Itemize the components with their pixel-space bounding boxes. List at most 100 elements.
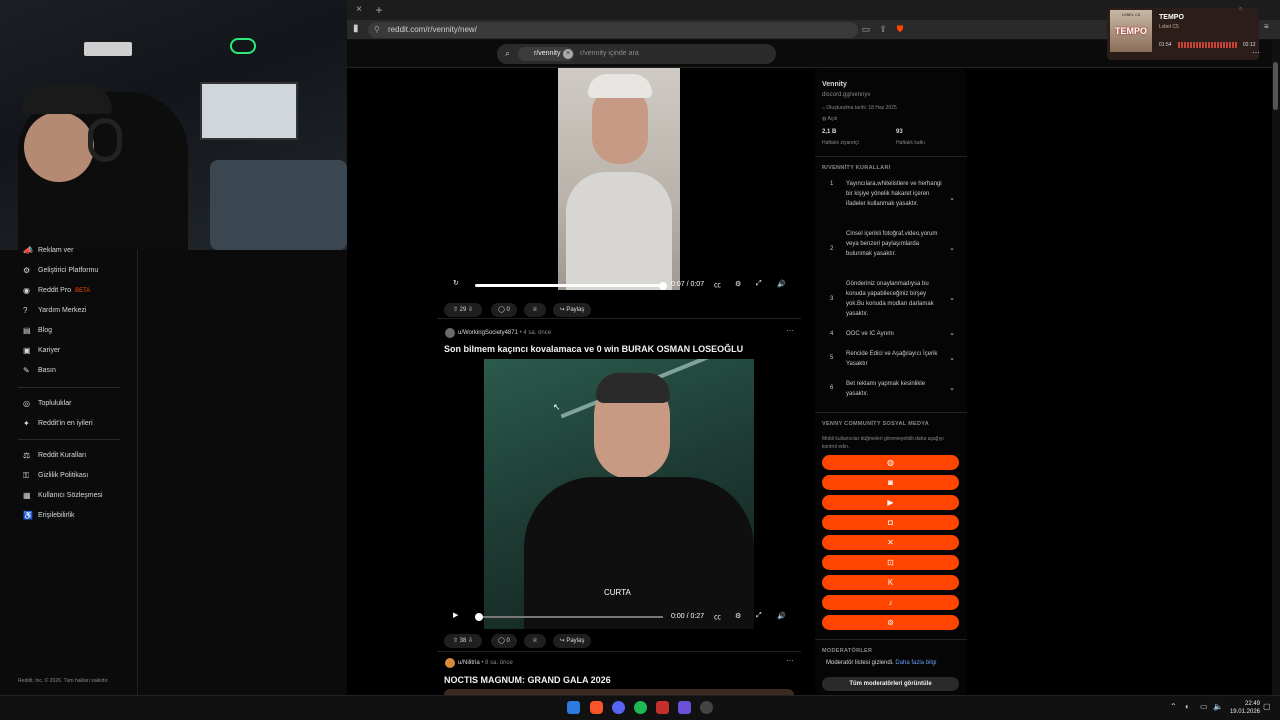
menu-icon[interactable]: ≡	[1264, 22, 1269, 31]
social-tiktok-button[interactable]: ♪	[822, 595, 959, 610]
discord-icon[interactable]	[612, 701, 625, 714]
post-title[interactable]: NOCTIS MAGNUM: GRAND GALA 2026	[444, 675, 611, 685]
new-tab-button[interactable]: +	[372, 3, 386, 17]
tab-close-button[interactable]: ×	[352, 3, 366, 17]
video-player[interactable]: CURTA ▶ 0:00 / 0:27 ㏄ ⚙ ⤢ 🔊	[444, 359, 794, 629]
user-avatar[interactable]	[445, 328, 455, 338]
award-button[interactable]: ♕	[524, 303, 546, 317]
window-restore-icon[interactable]: ▫	[1239, 4, 1242, 13]
nav-item-privacy-policy[interactable]: ⚿ Gizlilik Politikası	[23, 469, 133, 483]
nav-item-press[interactable]: ✎ Basın	[23, 364, 133, 378]
bookmark-icon[interactable]: ▮	[353, 23, 363, 35]
award-button[interactable]: ♕	[524, 634, 546, 648]
page-scrollbar[interactable]	[1272, 40, 1280, 695]
more-menu-icon[interactable]: ⋯	[1252, 48, 1260, 57]
nav-item-communities[interactable]: ◎ Topluluklar	[23, 397, 133, 411]
brave-shield-icon[interactable]: ⛊	[894, 23, 906, 35]
rule-item[interactable]: 2 Cinsel içerikli fotoğraf,video,yorum v…	[822, 229, 960, 269]
cast-icon[interactable]: ▭	[860, 23, 872, 35]
start-icon[interactable]	[567, 701, 580, 714]
social-x-button[interactable]: ✕	[822, 535, 959, 550]
tray-chevron-icon[interactable]: ⌃	[1170, 702, 1177, 711]
moderators-more-link[interactable]: Daha fazla bilgi	[895, 660, 936, 666]
volume-icon[interactable]: 🔊	[777, 612, 786, 620]
post-author[interactable]: u/WorkingSociety4871	[458, 330, 518, 336]
social-twitch-button[interactable]: ⊡	[822, 555, 959, 570]
nav-item-best-of-reddit[interactable]: ✦ Reddit'in en iyileri	[23, 417, 133, 431]
address-bar[interactable]: ⚲ reddit.com/r/vennity/new/	[368, 22, 858, 38]
downvote-icon[interactable]: ⇩	[466, 638, 473, 644]
nav-item-accessibility[interactable]: ♿ Erişilebilirlik	[23, 509, 133, 523]
app-icon[interactable]	[678, 701, 691, 714]
share-icon[interactable]: ⇪	[877, 23, 889, 35]
nav-item-advertise[interactable]: 📣 Reklam ver	[23, 244, 133, 258]
nav-item-help-center[interactable]: ? Yardım Merkezi	[23, 304, 133, 318]
upvote-icon[interactable]: ⇧	[453, 638, 460, 644]
clock[interactable]: 22:49 19.01.2026	[1228, 700, 1260, 716]
tray-app-icon[interactable]: ◐	[1185, 702, 1190, 711]
social-website-button[interactable]: ◍	[822, 455, 959, 470]
spotify-icon[interactable]	[634, 701, 647, 714]
rule-item[interactable]: 1 Yayıncılara,whitelistlere ve herhangi …	[822, 179, 960, 219]
brave-icon[interactable]	[590, 701, 603, 714]
nav-item-developer-platform[interactable]: ⚙ Geliştirici Platformu	[23, 264, 133, 278]
downvote-icon[interactable]: ⇩	[466, 307, 473, 313]
social-kick-button[interactable]: K	[822, 575, 959, 590]
play-icon[interactable]: ▶	[453, 611, 458, 619]
post-age: 8 sa. önce	[485, 660, 513, 666]
nav-item-reddit-rules[interactable]: ⚖ Reddit Kuralları	[23, 449, 133, 463]
privacy-icon: ⚿	[23, 471, 30, 480]
social-steam-button[interactable]: ⊚	[822, 615, 959, 630]
replay-icon[interactable]: ↻	[453, 279, 459, 287]
notifications-icon[interactable]: ▢	[1263, 702, 1271, 711]
view-all-moderators-button[interactable]: Tüm moderatörleri görüntüle	[822, 677, 959, 691]
captions-icon[interactable]: ㏄	[714, 280, 721, 290]
comments-button[interactable]: ◯ 0	[491, 303, 517, 317]
more-options-icon[interactable]: ⋯	[786, 326, 794, 335]
fullscreen-icon[interactable]: ⤢	[756, 612, 762, 620]
social-instagram-button[interactable]: ◘	[822, 515, 959, 530]
vote-button[interactable]: ⇧ 29 ⇩	[444, 303, 482, 317]
clear-scope-icon[interactable]: ×	[563, 49, 573, 59]
video-player[interactable]: ↻ 0:07 / 0:07 ㏄ ⚙ ⤢ 🔊	[444, 68, 794, 296]
volume-icon[interactable]: 🔊	[777, 280, 786, 288]
progress-handle[interactable]	[475, 613, 483, 621]
social-youtube-button[interactable]: ▶	[822, 495, 959, 510]
nav-item-blog[interactable]: ▤ Blog	[23, 324, 133, 338]
app-icon[interactable]	[656, 701, 669, 714]
comments-button[interactable]: ◯ 0	[491, 634, 517, 648]
rule-item[interactable]: 6 Bet reklamı yapmak kesinlikle yasaktır…	[822, 379, 960, 401]
network-icon[interactable]: ▭	[1200, 702, 1208, 711]
rule-item[interactable]: 5 Rencide Edici ve Aşağılayıcı İçerik Ya…	[822, 349, 960, 371]
vote-button[interactable]: ⇧ 38 ⇩	[444, 634, 482, 648]
video-time: 0:00 / 0:27	[671, 613, 705, 620]
community-link[interactable]: discord.gg/vennyv	[822, 92, 870, 98]
share-button[interactable]: ↪ Paylaş	[553, 634, 591, 648]
rule-item[interactable]: 4 OOC ve IC Ayrımı ⌄	[822, 329, 960, 341]
nav-item-reddit-pro[interactable]: ◉ Reddit Pro BETA	[23, 284, 133, 298]
moderators-hidden-row: Moderatör listesi gizlendi. Daha fazla b…	[826, 660, 936, 666]
post-title[interactable]: Son bilmem kaçıncı kovalamaca ve 0 win B…	[444, 344, 743, 354]
video-progress[interactable]	[475, 616, 663, 618]
agreement-icon: ▦	[23, 491, 31, 500]
more-options-icon[interactable]: ⋯	[786, 656, 794, 665]
post-author[interactable]: u/Nilitria	[458, 660, 480, 666]
progress-handle[interactable]	[659, 282, 667, 290]
obs-icon[interactable]	[700, 701, 713, 714]
settings-icon[interactable]: ⚙	[735, 612, 741, 620]
captions-icon[interactable]: ㏄	[714, 612, 721, 622]
scrollbar-thumb[interactable]	[1273, 62, 1278, 110]
social-discord-button[interactable]: ◙	[822, 475, 959, 490]
settings-icon[interactable]: ⚙	[735, 280, 741, 288]
search-input[interactable]: r/vennity içinde ara	[580, 47, 760, 61]
rule-item[interactable]: 3 Gönderiniz onaylanmadıysa bu konuda ya…	[822, 279, 960, 319]
nav-item-careers[interactable]: ▣ Kariyer	[23, 344, 133, 358]
user-avatar[interactable]	[445, 658, 455, 668]
upvote-icon[interactable]: ⇧	[453, 307, 460, 313]
instagram-icon: ◘	[888, 518, 893, 527]
share-button[interactable]: ↪ Paylaş	[553, 303, 591, 317]
volume-icon[interactable]: 🔈	[1213, 702, 1223, 711]
nav-item-user-agreement[interactable]: ▦ Kullanıcı Sözleşmesi	[23, 489, 133, 503]
video-progress[interactable]	[475, 284, 663, 287]
fullscreen-icon[interactable]: ⤢	[756, 280, 762, 288]
